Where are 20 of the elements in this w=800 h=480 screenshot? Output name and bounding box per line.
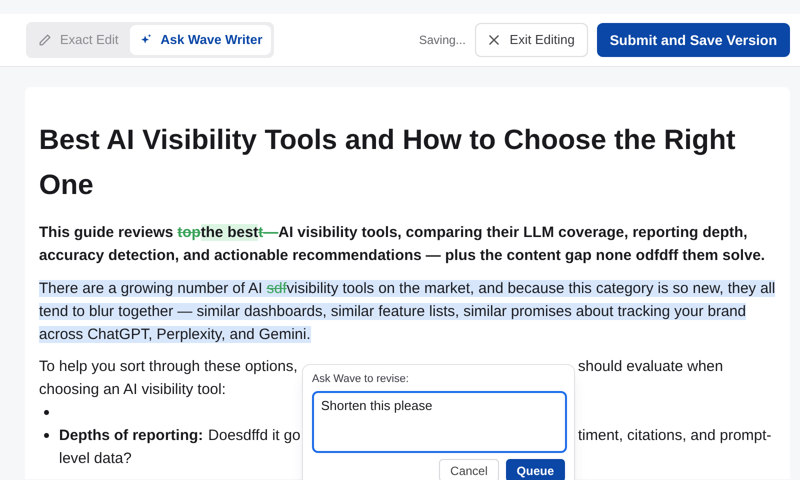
text-fragment: timent, citations, and prompt- (578, 426, 772, 446)
text-fragment: Doesdffd it go (208, 426, 300, 446)
cancel-button[interactable]: Cancel (439, 459, 499, 480)
text-fragment: level data? (59, 449, 132, 469)
intro-paragraph: This guide reviews topthe bestt—AI visibility tools, comparing their LLM coverage, reporting depth, accuracy detection, and actionable recommendations — plus the content gap none odfdff them solve. (39, 223, 766, 266)
text-fragment: To help you sort through these options, (39, 358, 298, 375)
text-fragment: choosing an AI visibility tool: (39, 381, 226, 398)
text-fragment: should evaluate when (578, 357, 724, 377)
submit-button[interactable]: Submit and Save Version (596, 23, 790, 57)
queue-button[interactable]: Queue (506, 459, 565, 480)
exit-editing-button[interactable]: Exit Editing (474, 23, 588, 57)
body-paragraph: There are a growing number of AI sdfvisibility tools on the market, and because this category is so new, they all tend to blur together — similar dashboards, similar feature lists, similar promises about tracking your brand across ChatGPT, Perplexity, and Gemini. (39, 279, 776, 345)
saving-status: Saving... (418, 32, 466, 49)
close-icon (488, 34, 500, 46)
pencil-icon (38, 33, 52, 47)
revise-input[interactable]: Shorten this please (312, 391, 567, 453)
document-title: Best AI Visibility Tools and How to Choose the Right One (39, 123, 736, 202)
popup-label: Ask Wave to revise: (312, 372, 410, 387)
bullet-label: Depths of reporting: (59, 426, 204, 446)
mode-tab[interactable]: Ask Wave Writer (130, 25, 272, 55)
